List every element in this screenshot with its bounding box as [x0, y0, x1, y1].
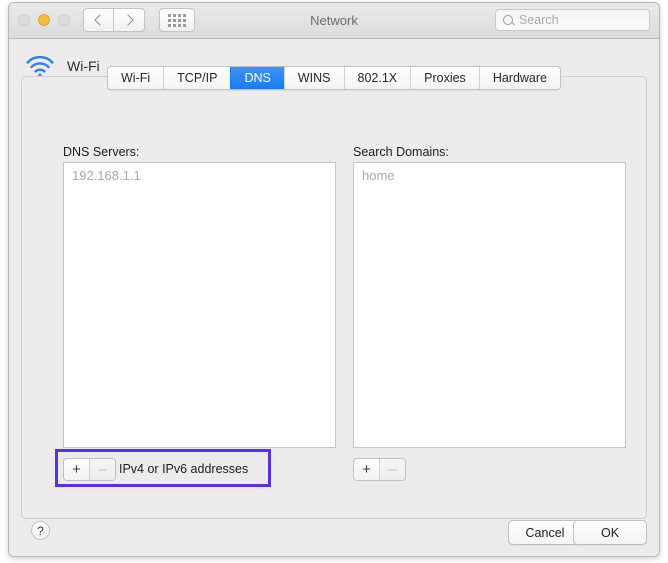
tab-proxies[interactable]: Proxies [410, 67, 479, 89]
search-domains-add-remove-group: + – [353, 458, 406, 481]
search-domains-label: Search Domains: [353, 145, 449, 159]
dns-remove-button[interactable]: – [89, 459, 115, 480]
wifi-icon [25, 55, 55, 77]
service-name: Wi-Fi [67, 58, 100, 74]
settings-panel: Wi-Fi TCP/IP DNS WINS 802.1X Proxies Har… [21, 66, 647, 519]
tab-wifi[interactable]: Wi-Fi [108, 67, 164, 89]
cancel-button[interactable]: Cancel [508, 520, 582, 545]
help-button[interactable]: ? [31, 521, 50, 540]
tab-tcpip[interactable]: TCP/IP [163, 67, 231, 89]
search-domain-remove-button[interactable]: – [379, 459, 405, 480]
search-domains-list[interactable]: home [353, 162, 626, 448]
window-body: Wi-Fi Wi-Fi TCP/IP DNS WINS 802.1X Proxi… [9, 39, 659, 556]
ok-button[interactable]: OK [573, 520, 647, 545]
dns-servers-add-remove-group: + – [63, 458, 116, 481]
tab-wins[interactable]: WINS [283, 67, 344, 89]
dns-servers-list[interactable]: 192.168.1.1 [63, 162, 336, 448]
dns-servers-label: DNS Servers: [63, 145, 140, 159]
search-icon [503, 15, 513, 25]
search-domain-add-button[interactable]: + [354, 459, 379, 480]
tab-hardware[interactable]: Hardware [478, 67, 560, 89]
tab-8021x[interactable]: 802.1X [343, 67, 411, 89]
dns-server-item[interactable]: 192.168.1.1 [64, 163, 335, 183]
network-preferences-window: Network Search Wi-Fi Wi-Fi TCP/IP DNS WI… [8, 2, 660, 557]
dns-servers-caption: IPv4 or IPv6 addresses [119, 462, 249, 476]
search-placeholder: Search [519, 13, 559, 27]
window-titlebar: Network Search [9, 3, 659, 39]
service-header: Wi-Fi [25, 55, 100, 77]
tab-bar: Wi-Fi TCP/IP DNS WINS 802.1X Proxies Har… [107, 66, 561, 90]
dns-add-button[interactable]: + [64, 459, 89, 480]
tab-dns[interactable]: DNS [230, 67, 284, 89]
search-domain-item[interactable]: home [354, 163, 625, 183]
search-field[interactable]: Search [495, 9, 650, 31]
